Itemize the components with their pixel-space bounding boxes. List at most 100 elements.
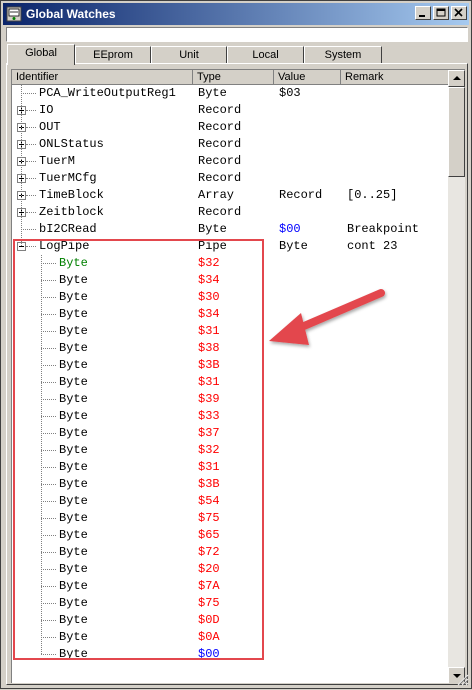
tree-connector [21, 229, 36, 230]
child-type-cell: Byte [59, 613, 88, 627]
tree-connector [26, 110, 36, 111]
list-item[interactable]: Byte $38 [12, 340, 448, 357]
list-item[interactable]: Byte $32 [12, 442, 448, 459]
list-item[interactable]: Byte $37 [12, 425, 448, 442]
tree-connector [41, 382, 56, 383]
list-item[interactable]: Byte $65 [12, 527, 448, 544]
identifier-cell: PCA_WriteOutputReg1 [39, 86, 176, 100]
tab-system[interactable]: System [304, 46, 382, 64]
list-item[interactable]: Byte $31 [12, 374, 448, 391]
table-row[interactable]: bI2CRead Byte $00 Breakpoint [12, 221, 448, 238]
global-watches-window: Global Watches Global EEprom Unit Local … [0, 0, 472, 689]
value-cell: $00 [279, 222, 301, 236]
tab-global[interactable]: Global [7, 44, 75, 65]
tree-connector [41, 535, 56, 536]
list-item[interactable]: Byte $31 [12, 323, 448, 340]
child-type-cell: Byte [59, 290, 88, 304]
child-value-cell: $54 [198, 494, 220, 508]
scroll-up-button[interactable] [448, 70, 465, 87]
child-type-cell: Byte [59, 443, 88, 457]
maximize-button[interactable] [433, 6, 449, 20]
table-row[interactable]: IO Record [12, 102, 448, 119]
column-header-value[interactable]: Value [274, 70, 341, 85]
tree-connector [41, 314, 56, 315]
tree-connector [41, 518, 56, 519]
list-item[interactable]: Byte $30 [12, 289, 448, 306]
table-row[interactable]: LogPipe Pipe Byte cont 23 [12, 238, 448, 255]
type-cell: Record [198, 154, 242, 168]
child-value-cell: $00 [198, 647, 220, 661]
child-type-cell: Byte [59, 358, 88, 372]
list-item[interactable]: Byte $34 [12, 306, 448, 323]
list-item[interactable]: Byte $31 [12, 459, 448, 476]
value-cell: Record [279, 188, 323, 202]
type-cell: Record [198, 120, 242, 134]
window-controls [413, 6, 467, 20]
child-value-cell: $7A [198, 579, 220, 593]
list-item[interactable]: Byte $3B [12, 357, 448, 374]
identifier-cell: bI2CRead [39, 222, 97, 236]
list-item[interactable]: Byte $39 [12, 391, 448, 408]
resize-grip-icon[interactable] [457, 674, 469, 686]
table-row[interactable]: PCA_WriteOutputReg1 Byte $03 [12, 85, 448, 102]
list-item[interactable]: Byte $7A [12, 578, 448, 595]
minimize-icon [419, 15, 425, 17]
child-value-cell: $75 [198, 596, 220, 610]
identifier-cell: ONLStatus [39, 137, 104, 151]
child-type-cell: Byte [59, 528, 88, 542]
list-item[interactable]: Byte $20 [12, 561, 448, 578]
type-cell: Record [198, 103, 242, 117]
table-row[interactable]: TimeBlock Array Record [0..25] [12, 187, 448, 204]
table-row[interactable]: ONLStatus Record [12, 136, 448, 153]
type-cell: Record [198, 137, 242, 151]
watch-expression-input[interactable] [6, 27, 468, 42]
remark-cell: Breakpoint [347, 222, 420, 236]
list-item[interactable]: Byte $34 [12, 272, 448, 289]
child-value-cell: $33 [198, 409, 220, 423]
list-item[interactable]: Byte $75 [12, 595, 448, 612]
table-row[interactable]: OUT Record [12, 119, 448, 136]
tab-local[interactable]: Local [227, 46, 304, 64]
child-type-cell: Byte [59, 426, 88, 440]
list-item[interactable]: Byte $72 [12, 544, 448, 561]
scroll-thumb[interactable] [448, 87, 465, 177]
watch-app-icon [6, 6, 22, 22]
close-button[interactable] [451, 6, 467, 20]
child-value-cell: $34 [198, 307, 220, 321]
tree-connector [41, 501, 56, 502]
child-type-cell: Byte [59, 494, 88, 508]
list-item[interactable]: Byte $33 [12, 408, 448, 425]
list-item[interactable]: Byte $00 [12, 646, 448, 663]
child-value-cell: $0A [198, 630, 220, 644]
minimize-button[interactable] [415, 6, 431, 20]
list-item[interactable]: Byte $0D [12, 612, 448, 629]
list-item[interactable]: Byte $54 [12, 493, 448, 510]
arrow-up-icon [453, 76, 461, 80]
tab-eeprom[interactable]: EEprom [75, 46, 151, 64]
child-value-cell: $38 [198, 341, 220, 355]
type-cell: Pipe [198, 239, 227, 253]
tree-root-line [21, 85, 22, 246]
column-header-type[interactable]: Type [193, 70, 274, 85]
remark-cell: cont 23 [347, 239, 398, 253]
child-type-cell: Byte [59, 596, 88, 610]
identifier-cell: IO [39, 103, 54, 117]
table-row[interactable]: Zeitblock Record [12, 204, 448, 221]
child-type-cell: Byte [59, 630, 88, 644]
list-item[interactable]: Byte $0A [12, 629, 448, 646]
table-row[interactable]: TuerM Record [12, 153, 448, 170]
vertical-scrollbar[interactable] [448, 70, 465, 683]
child-type-cell: Byte [59, 511, 88, 525]
tree-connector [41, 467, 56, 468]
tab-unit[interactable]: Unit [151, 46, 227, 64]
list-item[interactable]: Byte $32 [12, 255, 448, 272]
table-row[interactable]: TuerMCfg Record [12, 170, 448, 187]
column-header-remark[interactable]: Remark [341, 70, 448, 85]
child-value-cell: $39 [198, 392, 220, 406]
list-item[interactable]: Byte $75 [12, 510, 448, 527]
list-item[interactable]: Byte $3B [12, 476, 448, 493]
column-header-identifier[interactable]: Identifier [12, 70, 193, 85]
child-type-cell: Byte [59, 562, 88, 576]
title-bar[interactable]: Global Watches [3, 3, 469, 25]
watch-list[interactable]: Identifier Type Value Remark PCA_WriteOu… [11, 69, 465, 683]
